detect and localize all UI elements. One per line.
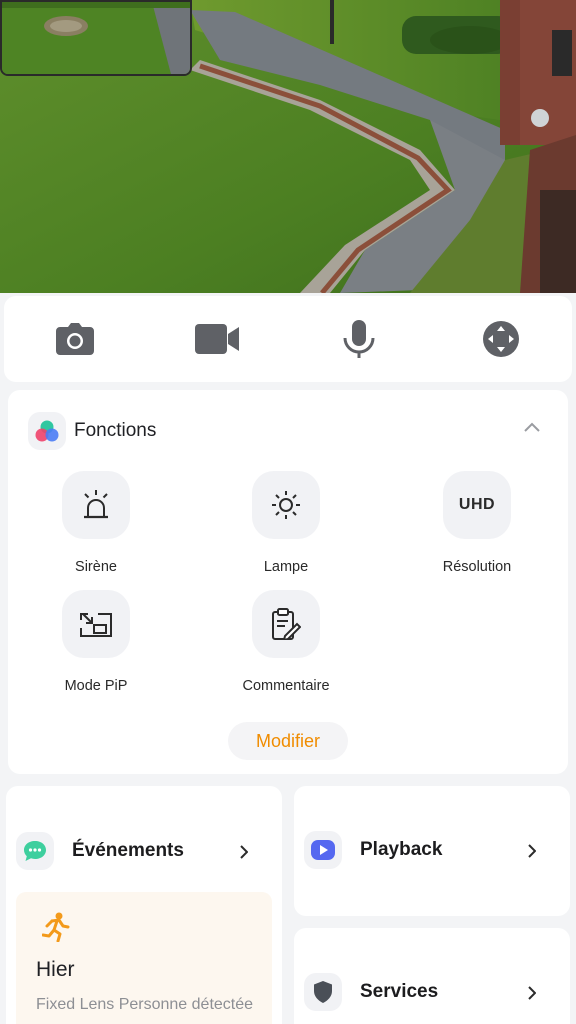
playback-title: Playback: [360, 839, 443, 860]
event-day: Hier: [36, 958, 75, 981]
fonctions-header: Fonctions: [28, 412, 156, 450]
services-title: Services: [360, 981, 439, 1002]
comment-clipboard-icon: [252, 590, 320, 658]
fonction-label: Mode PiP: [64, 678, 128, 694]
fonction-lampe[interactable]: Lampe: [211, 471, 361, 575]
events-header: Événements: [16, 832, 184, 870]
camera-icon[interactable]: [45, 309, 105, 369]
fonction-sirene[interactable]: Sirène: [21, 471, 171, 575]
uhd-icon: UHD: [443, 471, 511, 539]
camera-controls: [4, 296, 572, 382]
lamp-icon: [252, 471, 320, 539]
chevron-up-icon[interactable]: [518, 416, 546, 438]
latest-event[interactable]: Hier Fixed Lens Personne détectée: [16, 892, 272, 1024]
fonction-label: Commentaire: [242, 678, 330, 694]
fonction-label: Résolution: [442, 559, 512, 575]
fonction-label: Lampe: [263, 559, 309, 575]
siren-icon: [62, 471, 130, 539]
camera-feed[interactable]: [0, 0, 576, 293]
fonctions-logo-icon: [28, 412, 66, 450]
playback-card[interactable]: Playback: [294, 786, 570, 916]
uhd-badge: UHD: [458, 496, 496, 513]
fonctions-card: Fonctions Sirène Lampe UHD Résolution Mo…: [8, 390, 568, 774]
events-card[interactable]: Événements Hier Fixed Lens Personne déte…: [6, 786, 282, 1024]
chevron-right-icon[interactable]: [236, 842, 252, 862]
chevron-right-icon[interactable]: [524, 983, 540, 1003]
pip-mode-icon: [62, 590, 130, 658]
running-person-icon: [41, 912, 70, 947]
modify-button[interactable]: Modifier: [228, 722, 348, 760]
playback-header: Playback: [304, 831, 442, 869]
fonction-mode-pip[interactable]: Mode PiP: [21, 590, 171, 694]
chat-bubble-icon: [16, 832, 54, 870]
fonctions-title: Fonctions: [74, 420, 157, 441]
pip-camera-feed[interactable]: [0, 0, 192, 76]
fonction-label: Sirène: [75, 559, 117, 575]
event-description: Fixed Lens Personne détectée: [36, 996, 254, 1013]
fonction-resolution[interactable]: UHD Résolution: [402, 471, 552, 575]
ptz-joystick-icon[interactable]: [471, 309, 531, 369]
microphone-icon[interactable]: [329, 309, 389, 369]
services-card[interactable]: Services: [294, 928, 570, 1024]
video-record-icon[interactable]: [187, 309, 247, 369]
play-icon: [304, 831, 342, 869]
fonction-commentaire[interactable]: Commentaire: [211, 590, 361, 694]
events-title: Événements: [72, 840, 184, 861]
chevron-right-icon[interactable]: [524, 841, 540, 861]
shield-icon: [304, 973, 342, 1011]
services-header: Services: [304, 973, 438, 1011]
